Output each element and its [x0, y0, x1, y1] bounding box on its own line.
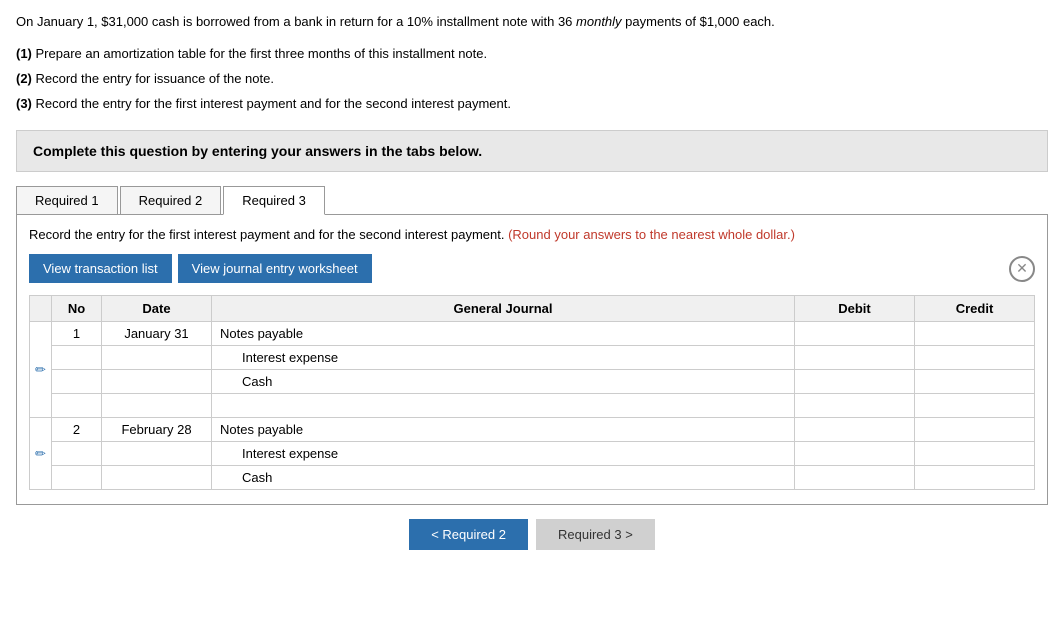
view-transaction-button[interactable]: View transaction list: [29, 254, 172, 283]
instructions-block: (1) Prepare an amortization table for th…: [16, 42, 1048, 116]
table-row: Interest expense: [30, 346, 1035, 370]
row-credit-1c[interactable]: [915, 370, 1035, 394]
intro-paragraph: On January 1, $31,000 cash is borrowed f…: [16, 12, 1048, 32]
date-col-header: Date: [102, 296, 212, 322]
instruction-3: (3) Record the entry for the first inter…: [16, 92, 1048, 115]
row-date-2: February 28: [102, 418, 212, 442]
row-credit-1a[interactable]: [915, 322, 1035, 346]
table-row: Cash: [30, 370, 1035, 394]
orange-note: (Round your answers to the nearest whole…: [508, 227, 795, 242]
row-journal-2c[interactable]: Cash: [212, 466, 795, 490]
row-journal-1a[interactable]: Notes payable: [212, 322, 795, 346]
view-journal-button[interactable]: View journal entry worksheet: [178, 254, 372, 283]
intro-text-before: On January 1, $31,000 cash is borrowed f…: [16, 14, 576, 29]
table-row: ✏ 2 February 28 Notes payable: [30, 418, 1035, 442]
row-debit-2a[interactable]: [795, 418, 915, 442]
row-no-2: 2: [52, 418, 102, 442]
no-col-header: No: [52, 296, 102, 322]
edit-cell-2[interactable]: ✏: [30, 418, 52, 490]
credit-col-header: Credit: [915, 296, 1035, 322]
complete-box: Complete this question by entering your …: [16, 130, 1048, 172]
row-date-1b: [102, 346, 212, 370]
row-credit-2c[interactable]: [915, 466, 1035, 490]
tab-content-required3: Record the entry for the first interest …: [16, 215, 1048, 506]
table-row: Interest expense: [30, 442, 1035, 466]
row-credit-2b[interactable]: [915, 442, 1035, 466]
journal-col-header: General Journal: [212, 296, 795, 322]
edit-cell-1[interactable]: ✏: [30, 322, 52, 418]
instruction-1: (1) Prepare an amortization table for th…: [16, 42, 1048, 65]
intro-text-after: payments of $1,000 each.: [622, 14, 775, 29]
row-journal-1c[interactable]: Cash: [212, 370, 795, 394]
row-debit-1b[interactable]: [795, 346, 915, 370]
bottom-nav: < Required 2 Required 3 >: [16, 519, 1048, 550]
row-journal-1b[interactable]: Interest expense: [212, 346, 795, 370]
row-debit-1a[interactable]: [795, 322, 915, 346]
debit-col-header: Debit: [795, 296, 915, 322]
prev-required2-button[interactable]: < Required 2: [409, 519, 528, 550]
action-buttons: View transaction list View journal entry…: [29, 254, 1035, 283]
row-journal-2a[interactable]: Notes payable: [212, 418, 795, 442]
table-row: ✏ 1 January 31 Notes payable: [30, 322, 1035, 346]
record-instruction: Record the entry for the first interest …: [29, 225, 1035, 245]
table-row-spacer-1: [30, 394, 1035, 418]
row-credit-1b[interactable]: [915, 346, 1035, 370]
next-required3-button[interactable]: Required 3 >: [536, 519, 655, 550]
table-row: Cash: [30, 466, 1035, 490]
tabs-container: Required 1 Required 2 Required 3: [16, 186, 1048, 215]
no-col-header: [30, 296, 52, 322]
edit-icon-1[interactable]: ✏: [35, 362, 46, 377]
row-no-1: 1: [52, 322, 102, 346]
row-journal-2b[interactable]: Interest expense: [212, 442, 795, 466]
tab-required2[interactable]: Required 2: [120, 186, 222, 214]
row-no-1b: [52, 346, 102, 370]
complete-box-text: Complete this question by entering your …: [33, 143, 482, 159]
close-button[interactable]: ✕: [1009, 256, 1035, 282]
tab-required3[interactable]: Required 3: [223, 186, 325, 215]
row-date-1: January 31: [102, 322, 212, 346]
intro-italic: monthly: [576, 14, 622, 29]
row-credit-2a[interactable]: [915, 418, 1035, 442]
tab-required1[interactable]: Required 1: [16, 186, 118, 214]
edit-icon-2[interactable]: ✏: [35, 446, 46, 461]
row-debit-1c[interactable]: [795, 370, 915, 394]
row-debit-2c[interactable]: [795, 466, 915, 490]
row-debit-2b[interactable]: [795, 442, 915, 466]
instruction-2: (2) Record the entry for issuance of the…: [16, 67, 1048, 90]
journal-table: No Date General Journal Debit Credit: [29, 295, 1035, 490]
